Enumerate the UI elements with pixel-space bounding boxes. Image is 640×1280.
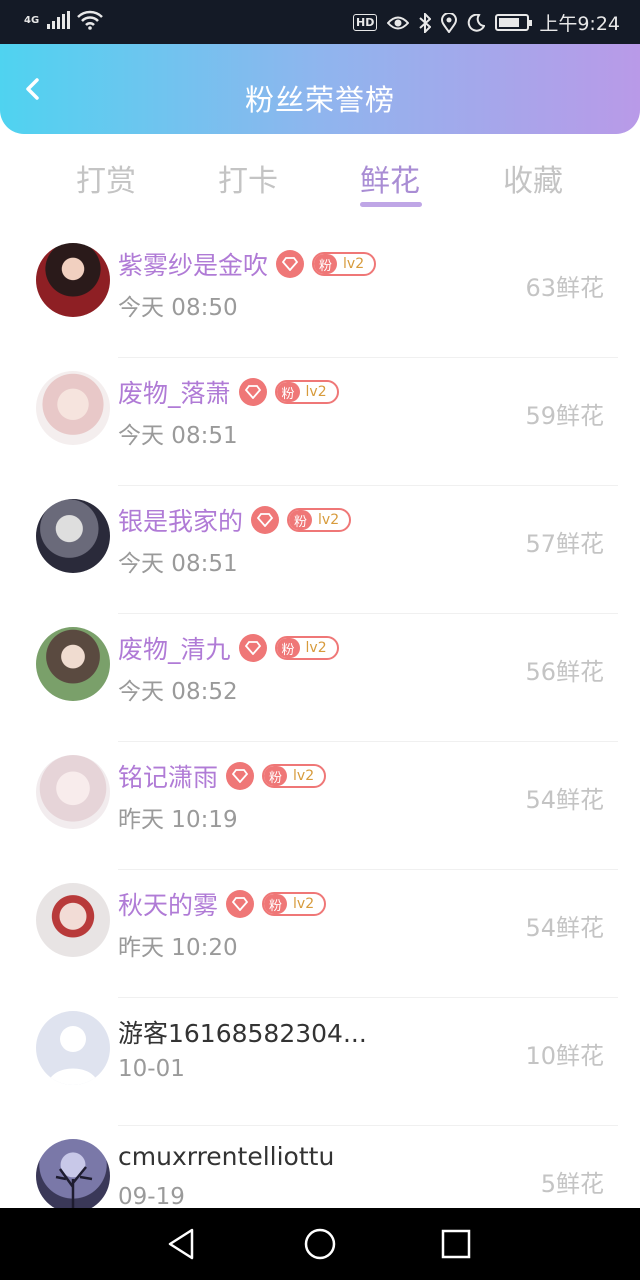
- system-nav-bar: [0, 1208, 640, 1280]
- vip-diamond-icon: [238, 378, 267, 406]
- header-bar: 粉丝荣誉榜: [0, 44, 640, 134]
- flower-count: 59鲜花: [525, 402, 604, 430]
- fan-row[interactable]: 秋天的雾 粉 lv2 昨天 10:20 54鲜花: [0, 870, 640, 998]
- username[interactable]: 紫雾纱是金吹: [118, 246, 268, 282]
- vip-diamond-icon: [238, 634, 267, 662]
- hd-icon: HD: [352, 14, 378, 31]
- flower-count: 54鲜花: [525, 914, 604, 942]
- avatar[interactable]: [36, 243, 110, 317]
- flower-count: 10鲜花: [525, 1042, 604, 1070]
- status-bar: 4G HD 上午9:24: [0, 0, 640, 44]
- wifi-icon: [77, 10, 104, 30]
- flower-count: 57鲜花: [525, 530, 604, 558]
- nav-recents-icon[interactable]: [438, 1226, 474, 1262]
- battery-icon: [495, 14, 533, 31]
- fan-row[interactable]: 铭记潇雨 粉 lv2 昨天 10:19 54鲜花: [0, 742, 640, 870]
- eye-icon: [387, 16, 410, 29]
- timestamp: 今天 08:51: [118, 551, 238, 577]
- avatar[interactable]: [36, 1139, 110, 1213]
- avatar[interactable]: [36, 499, 110, 573]
- tab-bar: 打赏 打卡 鲜花 收藏: [0, 134, 640, 230]
- fan-level-badge: 粉 lv2: [262, 892, 327, 916]
- timestamp: 今天 08:50: [118, 295, 238, 321]
- timestamp: 昨天 10:20: [118, 935, 238, 961]
- default-avatar-icon[interactable]: [36, 1011, 110, 1085]
- clock: 上午9:24: [539, 13, 620, 35]
- timestamp: 10-01: [118, 1056, 185, 1082]
- username[interactable]: 铭记潇雨: [118, 758, 218, 794]
- flower-count: 56鲜花: [525, 658, 604, 686]
- tab-favorites[interactable]: 收藏: [463, 156, 603, 200]
- fan-level-badge: 粉 lv2: [274, 636, 339, 660]
- fan-row[interactable]: 游客16168582304... 10-01 10鲜花: [0, 998, 640, 1126]
- avatar[interactable]: [36, 627, 110, 701]
- username[interactable]: 银是我家的: [118, 502, 243, 538]
- avatar[interactable]: [36, 371, 110, 445]
- vip-diamond-icon: [251, 506, 280, 534]
- signal-icon: [47, 11, 71, 29]
- timestamp: 09-19: [118, 1184, 185, 1210]
- active-tab-indicator: [360, 202, 422, 207]
- vip-diamond-icon: [226, 762, 255, 790]
- username[interactable]: cmuxrrentelliottu: [118, 1142, 334, 1171]
- flower-count: 54鲜花: [525, 786, 604, 814]
- avatar[interactable]: [36, 883, 110, 957]
- tab-flowers[interactable]: 鲜花: [320, 156, 460, 200]
- vip-diamond-icon: [226, 890, 255, 918]
- tab-reward[interactable]: 打赏: [36, 156, 176, 200]
- username[interactable]: 废物_落萧: [118, 374, 231, 410]
- fan-level-badge: 粉 lv2: [287, 508, 352, 532]
- username[interactable]: 游客16168582304...: [118, 1014, 367, 1050]
- fan-level-badge: 粉 lv2: [274, 380, 339, 404]
- flower-count: 63鲜花: [525, 274, 604, 302]
- avatar[interactable]: [36, 755, 110, 829]
- username[interactable]: 秋天的雾: [118, 886, 218, 922]
- vip-diamond-icon: [276, 250, 305, 278]
- nav-back-icon[interactable]: [164, 1226, 200, 1262]
- flower-count: 5鲜花: [540, 1170, 604, 1198]
- timestamp: 今天 08:52: [118, 679, 238, 705]
- fan-level-badge: 粉 lv2: [262, 764, 327, 788]
- fan-row[interactable]: 废物_清九 粉 lv2 今天 08:52 56鲜花: [0, 614, 640, 742]
- moon-icon: [468, 13, 486, 32]
- location-icon: [441, 12, 458, 33]
- network-type: 4G: [24, 14, 40, 26]
- fan-level-badge: 粉 lv2: [312, 252, 377, 276]
- fan-row[interactable]: 银是我家的 粉 lv2 今天 08:51 57鲜花: [0, 486, 640, 614]
- timestamp: 昨天 10:19: [118, 807, 238, 833]
- page-title: 粉丝荣誉榜: [244, 83, 395, 117]
- username[interactable]: 废物_清九: [118, 630, 231, 666]
- tab-checkin[interactable]: 打卡: [178, 156, 318, 200]
- nav-home-icon[interactable]: [302, 1226, 338, 1262]
- timestamp: 今天 08:51: [118, 423, 238, 449]
- bluetooth-icon: [419, 12, 432, 33]
- fan-row[interactable]: 废物_落萧 粉 lv2 今天 08:51 59鲜花: [0, 358, 640, 486]
- fan-row[interactable]: 紫雾纱是金吹 粉 lv2 今天 08:50 63鲜花: [0, 230, 640, 358]
